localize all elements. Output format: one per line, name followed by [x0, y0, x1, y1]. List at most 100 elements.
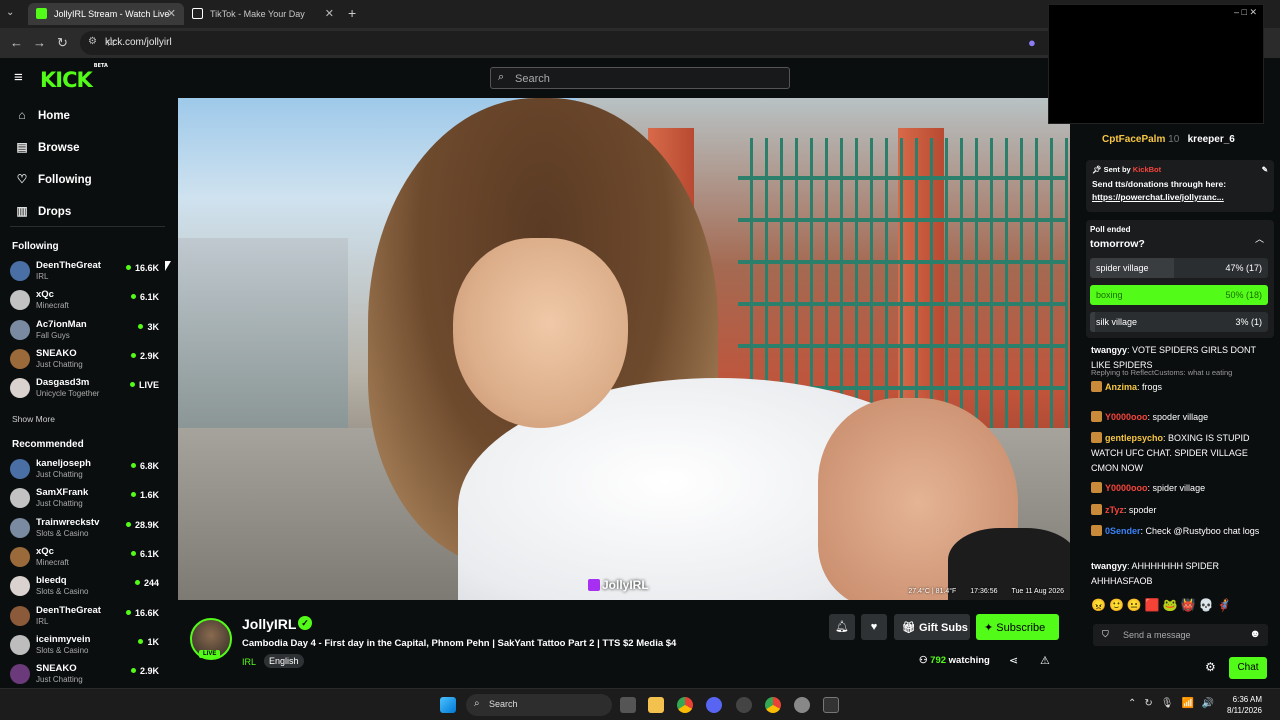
- chrome-icon[interactable]: [677, 697, 693, 713]
- gifter-2[interactable]: kreeper_6: [1188, 134, 1235, 145]
- tab-list-icon[interactable]: ⌄: [6, 7, 14, 18]
- sidebar-nav-label: Home: [38, 110, 70, 122]
- video-scene-face: [453, 238, 628, 428]
- menu-icon[interactable]: ≡: [14, 69, 23, 86]
- chat-username[interactable]: Y0000ooo: [1105, 412, 1148, 422]
- sidebar-nav-home[interactable]: ⌂ Home: [14, 108, 70, 122]
- windows-start-icon[interactable]: [440, 697, 456, 713]
- chat-username[interactable]: twangyy: [1091, 345, 1127, 355]
- sidebar-channel[interactable]: SNEAKO Just Chatting 2.9K: [10, 347, 170, 375]
- sidebar-channel[interactable]: Dasgasd3m Unicycle Together LIVE: [10, 376, 170, 404]
- collapse-icon[interactable]: ︿: [1255, 232, 1264, 245]
- report-icon[interactable]: ⚠: [1040, 654, 1050, 667]
- sidebar-channel[interactable]: xQc Minecraft 6.1K: [10, 545, 170, 573]
- settings-app-icon[interactable]: [794, 697, 810, 713]
- overlay-date: Tue 11 Aug 2026: [1011, 588, 1064, 595]
- streamer-name[interactable]: JollyIRL: [242, 616, 296, 632]
- channel-name: SNEAKO: [36, 347, 77, 359]
- share-icon[interactable]: ⋖: [1009, 654, 1018, 667]
- sidebar-channel[interactable]: iceinmyvein Slots & Casino 1K: [10, 633, 170, 661]
- chat-message[interactable]: gentlepsycho: BOXING IS STUPID WATCH UFC…: [1091, 431, 1271, 476]
- tab-tiktok[interactable]: TikTok - Make Your Day ✕: [184, 3, 342, 25]
- logo-text: KICK: [40, 68, 93, 92]
- taskbar-clock[interactable]: 6:36 AM 8/11/2026: [1227, 694, 1262, 716]
- chat-username[interactable]: 0Sender: [1105, 526, 1141, 536]
- chat-message[interactable]: twangyy: AHHHHHHH SPIDER AHHHASFAOB: [1091, 559, 1271, 589]
- category-link[interactable]: IRL: [242, 657, 256, 667]
- sidebar-nav-drops[interactable]: ▥ Drops: [14, 204, 71, 218]
- new-tab-button[interactable]: +: [348, 5, 356, 21]
- sidebar-channel[interactable]: Trainwreckstv Slots & Casino 28.9K: [10, 516, 170, 544]
- picture-in-picture-window[interactable]: – □ ✕: [1048, 4, 1264, 124]
- show-more-link[interactable]: Show More: [12, 414, 55, 424]
- sidebar-channel[interactable]: xQc Minecraft 6.1K: [10, 288, 170, 316]
- close-tab-icon[interactable]: ✕: [325, 7, 334, 20]
- chat-username[interactable]: twangyy: [1091, 561, 1127, 571]
- close-tab-icon[interactable]: ✕: [167, 7, 176, 20]
- url-field[interactable]: ⚙ kick.com/jollyirl ☆: [80, 31, 1096, 55]
- chat-message[interactable]: zTyz: spoder: [1091, 503, 1271, 518]
- sidebar-channel[interactable]: DeenTheGreat IRL 16.6K: [10, 259, 170, 287]
- pinned-sender[interactable]: KickBot: [1133, 165, 1161, 174]
- avatar: [10, 290, 30, 311]
- chat-input[interactable]: ⛉ Send a message ☻: [1093, 624, 1268, 646]
- sidebar-nav-following[interactable]: ♡ Following: [14, 172, 92, 186]
- unpin-icon[interactable]: ✎: [1262, 165, 1268, 174]
- settings-icon[interactable]: ⚙: [1205, 660, 1216, 674]
- chat-username[interactable]: zTyz: [1105, 505, 1124, 515]
- poll-option: silk village 3% (1): [1090, 312, 1268, 332]
- taskbar-search[interactable]: ⌕ Search: [466, 694, 612, 716]
- sidebar-nav-browse[interactable]: ▤ Browse: [14, 140, 80, 154]
- search-input[interactable]: ⌕ Search: [490, 67, 790, 89]
- chat-message[interactable]: Replying to ReflectCustoms: what u eatin…: [1091, 365, 1271, 395]
- site-info-icon[interactable]: ⚙: [88, 36, 97, 47]
- follow-button[interactable]: ♥: [861, 614, 887, 640]
- discord-icon[interactable]: [706, 697, 722, 713]
- sidebar-channel[interactable]: bleedq Slots & Casino 244: [10, 574, 170, 602]
- chat-username[interactable]: gentlepsycho: [1105, 433, 1163, 443]
- avatar: [10, 546, 30, 567]
- channel-category: Just Chatting: [36, 675, 83, 685]
- avatar: [10, 261, 30, 281]
- chrome-active-icon[interactable]: [765, 697, 781, 713]
- bookmark-star-icon[interactable]: ☆: [105, 34, 1004, 50]
- sidebar-channel[interactable]: Ac7ionMan Fall Guys 3K: [10, 318, 170, 346]
- sidebar-channel[interactable]: kaneljoseph Just Chatting 6.8K: [10, 457, 170, 485]
- channel-name: DeenTheGreat: [36, 604, 101, 616]
- chat-message[interactable]: Y0000ooo: spoder village: [1091, 410, 1271, 425]
- language-tag[interactable]: English: [264, 654, 304, 668]
- sidebar-channel[interactable]: SamXFrank Just Chatting 1.6K: [10, 486, 170, 514]
- chat-message[interactable]: Y0000ooo: spider village: [1091, 481, 1271, 496]
- channel-viewers: 2.9K: [131, 666, 159, 676]
- system-tray-icons[interactable]: ⌃↻🎙︎📶🔊: [1128, 698, 1222, 709]
- app-icon[interactable]: [823, 697, 839, 713]
- sidebar-nav-label: Browse: [38, 142, 80, 154]
- sidebar-channel[interactable]: SNEAKO Just Chatting 2.9K: [10, 662, 170, 690]
- chat-username[interactable]: Y0000ooo: [1105, 483, 1148, 493]
- pinned-link[interactable]: https://powerchat.live/jollyranc...: [1092, 192, 1224, 202]
- reload-icon[interactable]: ↻: [57, 35, 68, 51]
- avatar: [10, 348, 30, 369]
- task-view-icon[interactable]: [620, 697, 636, 713]
- extension-icon[interactable]: ●: [1028, 35, 1036, 50]
- notifications-button[interactable]: 🔔︎: [829, 614, 855, 640]
- emote-bar[interactable]: 😠🙂😐🟥🐸👹💀🦸: [1091, 598, 1235, 612]
- video-player[interactable]: JollyIRL 27.4°C | 81.4°F 17:36:56 Tue 11…: [178, 98, 1070, 600]
- chat-send-button[interactable]: Chat: [1229, 657, 1267, 679]
- kick-logo[interactable]: KICKBETA: [40, 63, 108, 92]
- steam-icon[interactable]: [736, 697, 752, 713]
- back-icon[interactable]: ←: [10, 35, 23, 50]
- chat-message[interactable]: 0Sender: Check @Rustyboo chat logs: [1091, 524, 1271, 539]
- subscribe-button[interactable]: ✦ Subscribe: [976, 614, 1059, 640]
- emoji-icon[interactable]: ☻: [1249, 628, 1261, 640]
- file-explorer-icon[interactable]: [648, 697, 664, 713]
- poll-option-result: 47% (17): [1225, 263, 1262, 273]
- gifter-1[interactable]: CptFacePalm: [1102, 134, 1165, 145]
- forward-icon[interactable]: →: [33, 35, 46, 50]
- overlay-time: 17:36:56: [970, 588, 998, 595]
- gift-subs-button[interactable]: 🎁︎ Gift Subs: [894, 614, 970, 640]
- sidebar-channel[interactable]: DeenTheGreat IRL 16.6K: [10, 604, 170, 632]
- chat-username[interactable]: Anzima: [1105, 382, 1137, 392]
- pip-window-controls[interactable]: – □ ✕: [1234, 7, 1257, 18]
- tab-kick[interactable]: JollyIRL Stream - Watch Live ✕: [28, 3, 184, 25]
